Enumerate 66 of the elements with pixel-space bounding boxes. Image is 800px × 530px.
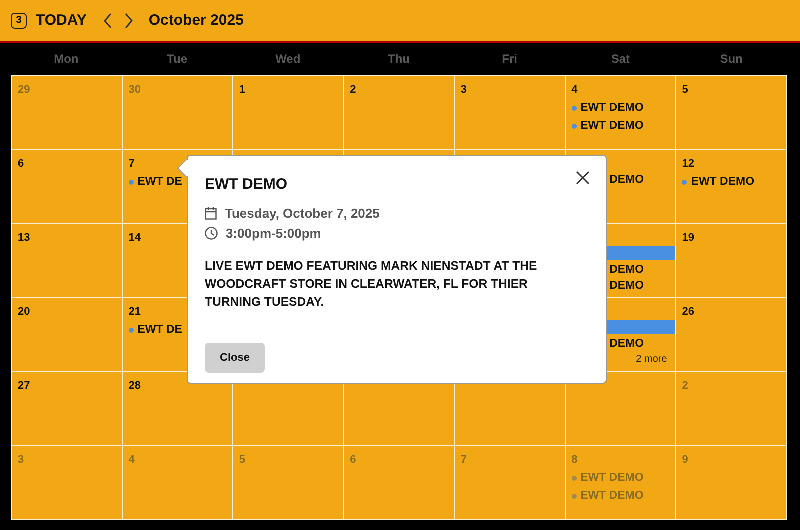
day-number: 20 (18, 306, 30, 320)
today-button[interactable]: TODAY (36, 12, 87, 29)
day-number: 3 (460, 84, 467, 98)
day-number: 1 (239, 84, 246, 98)
day-number: 29 (18, 84, 30, 98)
close-icon[interactable] (576, 171, 590, 185)
day-number: 2 (682, 380, 688, 394)
day-number: 9 (682, 454, 688, 468)
day-number: 2 (350, 84, 356, 98)
weekday-label: Tue (167, 52, 188, 66)
event-title[interactable]: DEMO (610, 280, 644, 292)
day-number: 5 (239, 454, 246, 468)
day-number: 7 (128, 158, 135, 172)
day-cell[interactable]: 28 (122, 372, 232, 445)
day-cell[interactable]: 2 (344, 76, 454, 149)
day-number: 8 (572, 454, 578, 468)
calendar-icon (205, 206, 217, 220)
today-badge: 3 (11, 12, 27, 28)
day-cell[interactable]: 27 (12, 372, 122, 445)
month-title: October 2025 (148, 12, 244, 29)
day-cell[interactable]: 4 EWT DEMO EWT DEMO (566, 76, 676, 149)
event-title[interactable]: EWT DEMO (580, 120, 644, 132)
weekday-label: Fri (502, 52, 518, 66)
day-cell[interactable]: 13 (12, 224, 122, 297)
event-title[interactable]: DEMO (610, 174, 644, 186)
event-title[interactable]: EWT DE (138, 176, 182, 188)
day-number: 6 (350, 454, 356, 468)
day-number: 4 (572, 84, 578, 98)
day-number: 12 (682, 158, 695, 172)
day-number: 6 (18, 158, 24, 172)
next-icon[interactable] (124, 12, 134, 28)
weekday-label: Thu (388, 52, 410, 66)
previous-icon[interactable] (102, 12, 113, 28)
weekday-label: Sun (720, 52, 743, 66)
day-number: 21 (128, 306, 141, 320)
day-number: 28 (128, 380, 141, 394)
weekday-label: Wed (276, 52, 301, 66)
day-number: 19 (682, 232, 695, 246)
day-cell[interactable]: 19 (676, 224, 786, 297)
day-number: 14 (128, 232, 141, 246)
event-title[interactable]: DEMO (610, 264, 644, 276)
more-link[interactable]: 2 more (636, 354, 668, 365)
day-cell[interactable] (566, 372, 676, 445)
day-cell[interactable]: 3 (454, 76, 565, 149)
weekday-label: Mon (54, 52, 79, 66)
day-cell[interactable]: 5 (676, 76, 786, 149)
day-number: 7 (460, 454, 467, 468)
event-title[interactable]: EWT DEMO (691, 176, 755, 188)
day-cell[interactable]: 20 (12, 298, 122, 371)
event-title[interactable]: EWT DE (138, 324, 182, 336)
clock-icon (205, 226, 218, 240)
day-cell[interactable]: 6 (12, 150, 122, 223)
day-number: 3 (18, 454, 24, 468)
day-number: 30 (128, 84, 141, 98)
event-title[interactable]: DEMO (610, 338, 644, 350)
day-number: 13 (18, 232, 30, 246)
day-cell[interactable]: 26 (676, 298, 786, 371)
close-button[interactable]: Close (205, 343, 265, 373)
day-number: 26 (682, 306, 695, 320)
day-cell[interactable]: 1 (233, 76, 344, 149)
day-number: 27 (18, 380, 30, 394)
day-number: 5 (682, 84, 688, 98)
day-number: 4 (128, 454, 135, 468)
weekday-label: Sat (611, 52, 630, 66)
day-cell[interactable]: 12 EWT DEMO (676, 150, 786, 223)
event-title[interactable]: EWT DEMO (580, 102, 644, 114)
